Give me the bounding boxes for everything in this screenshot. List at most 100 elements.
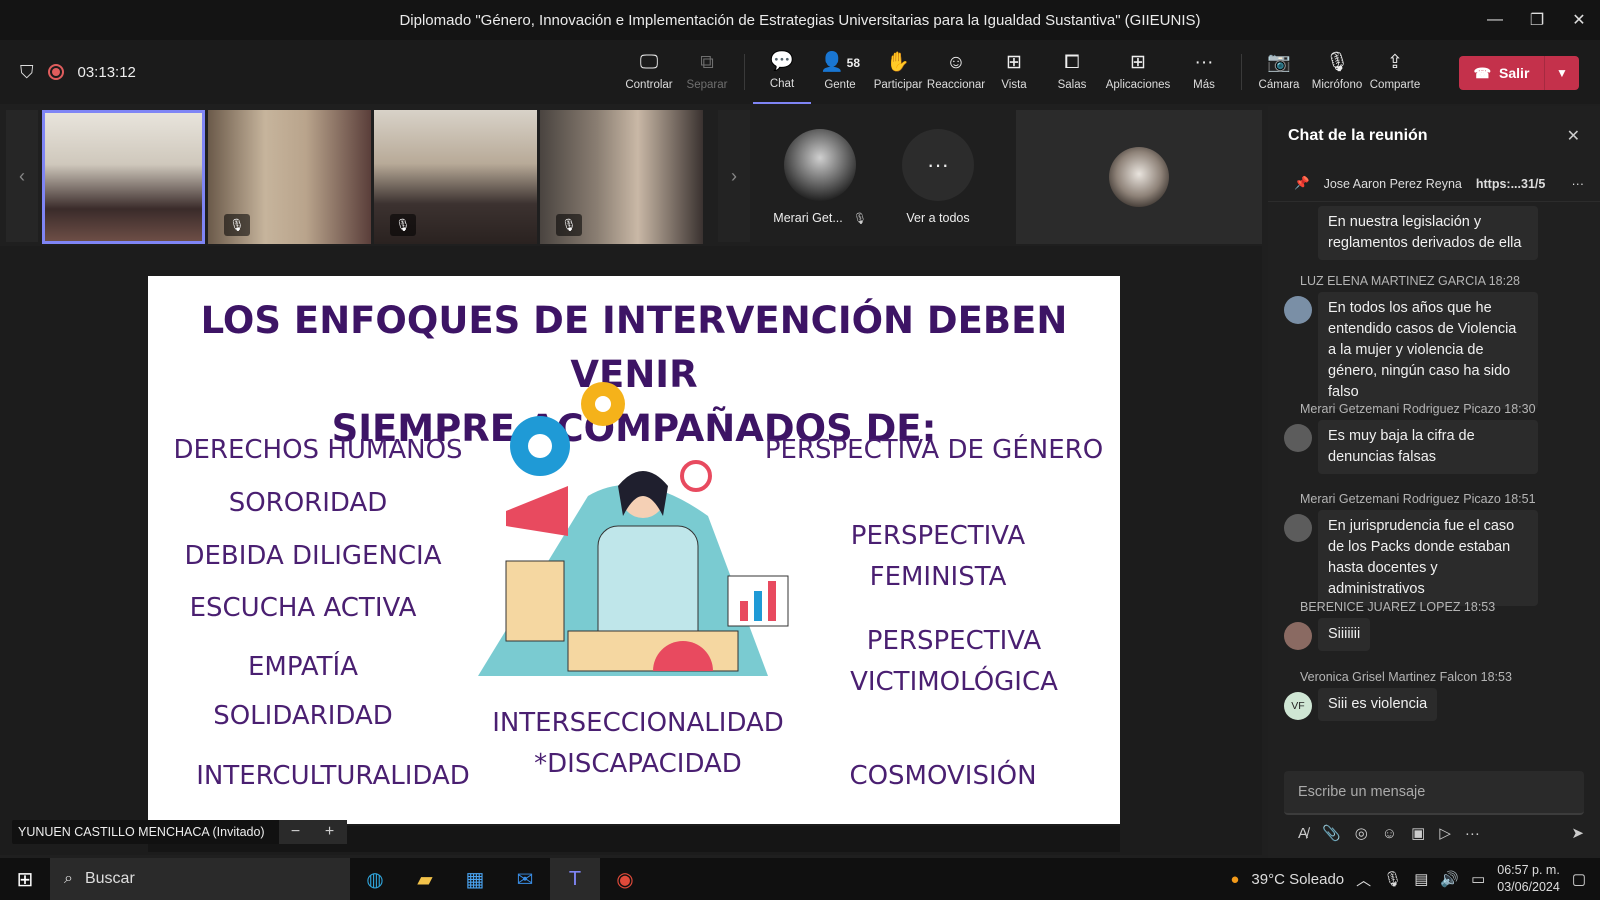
windows-start-icon[interactable]: ⊞ xyxy=(0,858,50,900)
control-button[interactable]: 🖵 Controlar xyxy=(620,40,678,104)
camera-off-icon: 📷 xyxy=(1267,52,1291,73)
meeting-toolbar: ⛉ 03:13:12 🖵 Controlar ⧉ Separar 💬 Chat 👤 58… xyxy=(0,40,1600,104)
chat-message: LUZ ELENA MARTINEZ GARCIA 18:28 En todos… xyxy=(1268,274,1600,409)
apps-button[interactable]: ⊞ Aplicaciones xyxy=(1101,40,1175,104)
message-input[interactable]: Escribe un mensaje xyxy=(1284,771,1584,815)
smiley-icon: ☺ xyxy=(946,52,966,73)
slide-term: SOLIDARIDAD xyxy=(213,701,393,731)
close-icon[interactable]: ✕ xyxy=(1558,0,1600,40)
zoom-out-button[interactable]: − xyxy=(279,823,313,841)
people-button[interactable]: 👤 58 Gente xyxy=(811,40,869,104)
react-button[interactable]: ☺ Reaccionar xyxy=(927,40,985,104)
pin-icon: 📌 xyxy=(1294,176,1310,190)
zoom-controls: − + xyxy=(278,820,347,844)
chat-button[interactable]: 💬 Chat xyxy=(753,40,811,104)
mic-muted-icon: 🎙 xyxy=(852,212,867,225)
window-title: Diplomado "Género, Innovación e Implemen… xyxy=(399,11,1201,29)
self-view-tile[interactable] xyxy=(1016,110,1262,244)
video-tile-speaker[interactable] xyxy=(42,110,205,244)
format-icon[interactable]: A̸ xyxy=(1298,825,1308,842)
store-icon[interactable]: ▦ xyxy=(450,858,500,900)
mail-icon[interactable]: ✉ xyxy=(500,858,550,900)
share-icon: ⇪ xyxy=(1387,52,1403,73)
mic-muted-icon: 🎙 xyxy=(224,214,250,236)
notifications-icon[interactable]: ▢ xyxy=(1572,870,1586,888)
chat-message: Merari Getzemani Rodriguez Picazo 18:30 … xyxy=(1268,402,1600,474)
pinned-message[interactable]: 📌 Jose Aaron Perez Reyna https:...31/5 ·… xyxy=(1268,166,1600,202)
see-all-button[interactable]: ··· Ver a todos xyxy=(890,110,986,244)
more-button[interactable]: ··· Más xyxy=(1175,40,1233,104)
loop-icon[interactable]: ◎ xyxy=(1355,824,1368,842)
avatar[interactable] xyxy=(1284,424,1312,452)
chevron-right-icon[interactable]: › xyxy=(718,110,750,242)
microphone-button[interactable]: 🎙 Micrófono xyxy=(1308,40,1366,104)
video-tile-participant-4[interactable]: 🎙 xyxy=(540,110,703,244)
system-tray: ● 39°C Soleado ︿ 🎙 ▤ 🔊 ▭ 06:57 p. m. 03/0… xyxy=(1230,862,1586,896)
avatar[interactable] xyxy=(1284,622,1312,650)
camera-button[interactable]: 📷 Cámara xyxy=(1250,40,1308,104)
teams-icon[interactable]: T xyxy=(550,858,600,900)
attach-icon[interactable]: 📎 xyxy=(1322,824,1341,842)
battery-icon[interactable]: ▭ xyxy=(1471,870,1485,888)
slide-term: SORORIDAD xyxy=(228,488,388,518)
slide-term: EMPATÍA xyxy=(248,652,358,682)
slide-term: DERECHOS HUMANOS xyxy=(173,435,463,465)
raise-hand-button[interactable]: ✋ Participar xyxy=(869,40,927,104)
mic-off-icon: 🎙 xyxy=(1324,52,1350,73)
video-tile-participant-3[interactable]: 🎙 xyxy=(374,110,537,244)
praise-icon[interactable]: ▷ xyxy=(1439,824,1451,842)
emoji-icon[interactable]: ☺ xyxy=(1382,825,1397,842)
slide-term: INTERCULTURALIDAD xyxy=(196,761,470,791)
separate-button[interactable]: ⧉ Separar xyxy=(678,40,736,104)
avatar[interactable] xyxy=(1284,296,1312,324)
presentation-slide: LOS ENFOQUES DE INTERVENCIÓN DEBEN VENIR… xyxy=(148,276,1120,824)
avatar[interactable]: VF xyxy=(1284,692,1312,720)
more-icon[interactable]: ··· xyxy=(1465,825,1480,842)
add-app-icon: ⊞ xyxy=(1130,52,1146,73)
recording-icon xyxy=(47,64,64,80)
phone-hangup-icon: ☎ xyxy=(1473,64,1492,81)
rooms-button[interactable]: ⧠ Salas xyxy=(1043,40,1101,104)
participant-strip: ‹ 🎙 🎙 🎙 › Merari Get... 🎙 ··· Ver a todo… xyxy=(0,106,1262,246)
slide-term: PERSPECTIVA DE GÉNERO xyxy=(764,435,1104,465)
more-icon: ··· xyxy=(902,129,974,201)
chevron-up-icon[interactable]: ︿ xyxy=(1356,869,1371,890)
network-icon[interactable]: ▤ xyxy=(1414,870,1428,888)
chevron-left-icon[interactable]: ‹ xyxy=(6,110,38,242)
close-icon[interactable]: ✕ xyxy=(1567,126,1580,146)
clock[interactable]: 06:57 p. m. 03/06/2024 xyxy=(1497,862,1560,896)
chrome-icon[interactable]: ◉ xyxy=(600,858,650,900)
share-button[interactable]: ⇪ Comparte xyxy=(1366,40,1424,104)
chevron-down-icon[interactable]: ▼ xyxy=(1545,66,1579,80)
weather-icon: ● xyxy=(1230,870,1240,888)
chat-icon: 💬 xyxy=(770,51,794,72)
slide-term: PERSPECTIVA VICTIMOLÓGICA xyxy=(850,626,1058,697)
restore-icon[interactable]: ❐ xyxy=(1516,0,1558,40)
avatar xyxy=(784,129,856,201)
edge-icon[interactable]: ◍ xyxy=(350,858,400,900)
volume-icon[interactable]: 🔊 xyxy=(1440,870,1459,888)
taskbar-search[interactable]: ⌕ Buscar xyxy=(50,858,350,900)
zoom-in-button[interactable]: + xyxy=(313,823,347,841)
avatar xyxy=(1109,147,1169,207)
more-icon[interactable]: ··· xyxy=(1572,177,1585,191)
video-tile-participant-2[interactable]: 🎙 xyxy=(208,110,371,244)
title-bar: Diplomado "Género, Innovación e Implemen… xyxy=(0,0,1600,40)
shield-icon[interactable]: ⛉ xyxy=(20,62,34,83)
file-explorer-icon[interactable]: ▰ xyxy=(400,858,450,900)
send-icon[interactable]: ➤ xyxy=(1571,824,1584,842)
view-button[interactable]: ⊞ Vista xyxy=(985,40,1043,104)
sticker-icon[interactable]: ▣ xyxy=(1411,824,1425,842)
chat-messages: En nuestra legislación y reglamentos der… xyxy=(1268,204,1600,764)
grid-icon: ⊞ xyxy=(1006,52,1022,73)
leave-button[interactable]: ☎ Salir ▼ xyxy=(1459,56,1579,90)
participant-avatar[interactable]: Merari Get... 🎙 xyxy=(770,110,870,244)
avatar[interactable] xyxy=(1284,514,1312,542)
chat-message: Merari Getzemani Rodriguez Picazo 18:51 … xyxy=(1268,492,1600,606)
minimize-icon[interactable]: — xyxy=(1474,0,1516,40)
composer-toolbar: A̸ 📎 ◎ ☺ ▣ ▷ ··· ➤ xyxy=(1284,824,1584,843)
chat-message: Veronica Grisel Martinez Falcon 18:53 VF… xyxy=(1268,670,1600,721)
microphone-icon[interactable]: 🎙 xyxy=(1383,870,1402,888)
taskbar: ⊞ ⌕ Buscar ◍ ▰ ▦ ✉ T ◉ ● 39°C Soleado ︿ … xyxy=(0,858,1600,900)
presenter-label: YUNUEN CASTILLO MENCHACA (Invitado) − + xyxy=(12,820,347,844)
